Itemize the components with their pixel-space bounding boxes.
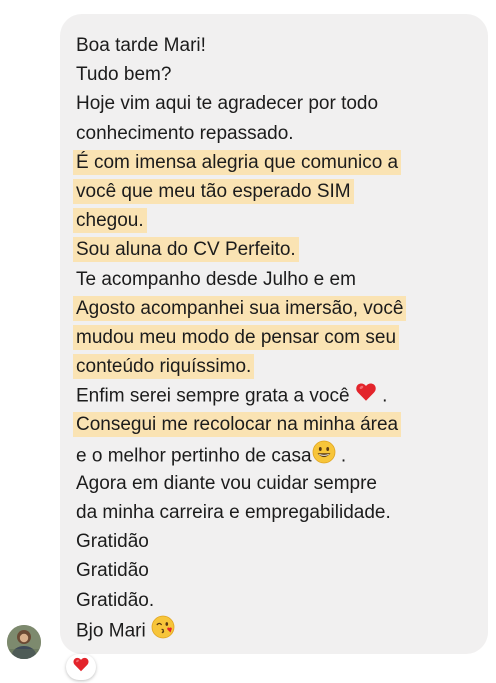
red-heart-icon (355, 381, 377, 412)
highlighted-line: É com imensa alegria que comunico a (73, 148, 488, 177)
message-line: e o melhor pertinho de casa . (76, 440, 488, 469)
highlighted-line: Agosto acompanhei sua imersão, você (73, 294, 488, 323)
reaction-badge[interactable] (66, 654, 96, 680)
message-line: Bjo Mari (76, 615, 488, 644)
avatar[interactable] (7, 625, 41, 659)
highlighted-line: você que meu tão esperado SIM (73, 177, 488, 206)
message-line: Hoje vim aqui te agradecer por todo (76, 93, 379, 115)
highlighted-line: mudou meu modo de pensar com seu (73, 323, 488, 352)
message-line: Enfim serei sempre grata a você . (76, 381, 488, 410)
message-line: conhecimento repassado. (76, 122, 294, 144)
highlighted-line: conteúdo riquíssimo. (73, 352, 488, 381)
message-line: Gratidão (76, 560, 149, 582)
highlighted-line: Sou aluna do CV Perfeito. (73, 235, 488, 264)
smiley-icon (312, 440, 336, 473)
message-line: da minha carreira e empregabilidade. (76, 502, 391, 523)
message-line: Gratidão. (76, 589, 155, 611)
message-line: Boa tarde Mari! (76, 35, 206, 56)
message-line: Tudo bem? (76, 64, 172, 86)
highlighted-line: chegou. (73, 206, 488, 235)
message-line: Gratidão (76, 531, 149, 553)
message-bubble[interactable]: Boa tarde Mari! Tudo bem? Hoje vim aqui … (60, 14, 488, 654)
kiss-wink-icon (151, 615, 175, 648)
message-line: Te acompanho desde Julho e em (76, 268, 356, 290)
message-line: Agora em diante vou cuidar sempre (76, 472, 377, 494)
highlighted-line: Consegui me recolocar na minha área (73, 410, 488, 439)
red-heart-icon (72, 656, 90, 678)
